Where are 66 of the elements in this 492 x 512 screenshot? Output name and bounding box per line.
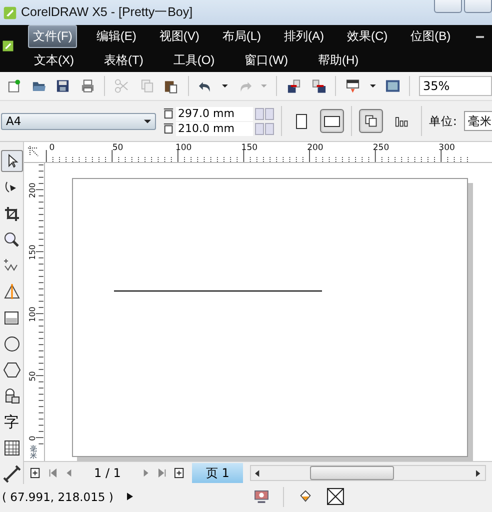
menu-item[interactable]: 编辑(E): [92, 26, 140, 48]
fill-bucket-icon[interactable]: [298, 489, 313, 504]
minimize-button[interactable]: [434, 0, 462, 13]
document-icon[interactable]: [2, 39, 14, 53]
menu-item[interactable]: 视图(V): [155, 26, 204, 48]
save-icon[interactable]: [55, 78, 71, 94]
add-page-icon[interactable]: [30, 467, 41, 479]
cursor-coordinates: ( 67.991, 218.015 ): [2, 490, 114, 504]
menu-item[interactable]: 排列(A): [280, 26, 328, 48]
menu-item[interactable]: 表格(T): [100, 50, 148, 71]
scroll-right-icon[interactable]: [476, 470, 481, 476]
scrollbar-thumb[interactable]: [310, 466, 394, 480]
export-icon[interactable]: [310, 78, 326, 94]
add-page-icon[interactable]: [174, 467, 185, 479]
zoom-level-field[interactable]: 35%: [419, 76, 492, 96]
dropdown-arrow-icon[interactable]: [222, 83, 228, 89]
menu-item[interactable]: 工具(O): [169, 50, 219, 71]
landscape-button[interactable]: [320, 109, 344, 133]
polygon-icon[interactable]: [2, 360, 22, 380]
table-icon[interactable]: [2, 438, 22, 458]
page-width-icon: [163, 108, 174, 119]
dropdown-arrow-icon[interactable]: [370, 83, 376, 89]
units-dropdown[interactable]: 毫米: [464, 111, 492, 131]
dimension-icon[interactable]: [2, 464, 22, 484]
monitor-icon[interactable]: [254, 490, 269, 503]
play-arrow-icon[interactable]: [127, 492, 134, 501]
menu-item[interactable]: 文件(F): [28, 25, 78, 48]
horizontal-scrollbar[interactable]: [250, 465, 486, 481]
new-document-icon[interactable]: [6, 78, 22, 94]
caret-icon: [144, 118, 151, 124]
triangle-icon[interactable]: [2, 282, 22, 302]
print-icon[interactable]: [80, 78, 96, 94]
last-page-icon[interactable]: [158, 468, 167, 478]
page-width-field[interactable]: 297.0 mm: [176, 106, 253, 120]
first-page-icon[interactable]: [48, 468, 57, 478]
no-fill-swatch-icon[interactable]: [327, 488, 344, 505]
menu-item[interactable]: 窗口(W): [240, 50, 292, 71]
page-height-icon: [163, 123, 174, 134]
menu-item[interactable]: 文本(X): [30, 50, 78, 71]
welcome-screen-icon[interactable]: [384, 78, 400, 94]
line-shape[interactable]: [114, 290, 322, 292]
ellipse-icon[interactable]: [2, 334, 22, 354]
clipboard-icon[interactable]: [163, 78, 179, 94]
text-tool[interactable]: 字: [4, 412, 19, 432]
app-logo-icon: [3, 6, 17, 20]
application-launcher-icon[interactable]: [345, 78, 361, 94]
menu-item[interactable]: 效果(C): [343, 26, 392, 48]
next-page-icon[interactable]: [142, 468, 151, 478]
page-size-dropdown[interactable]: A4: [1, 112, 156, 130]
all-pages-button[interactable]: [359, 109, 383, 133]
window-title: CorelDRAW X5 - [Pretty一Boy]: [21, 4, 194, 21]
import-icon[interactable]: [286, 78, 302, 94]
previous-page-icon[interactable]: [64, 468, 73, 478]
menu-item[interactable]: 帮助(H): [314, 50, 363, 71]
overlapping-pages-icon: [364, 114, 378, 128]
page-tab[interactable]: 页 1: [192, 463, 244, 483]
units-label: 单位:: [429, 114, 457, 128]
horizontal-ruler: 0 50 100 150 200 250 300: [44, 142, 471, 162]
pointer-icon[interactable]: [0, 150, 22, 172]
maximize-button[interactable]: [464, 0, 492, 13]
scroll-left-icon[interactable]: [255, 470, 260, 476]
page-count: 1 / 1: [94, 466, 121, 480]
menu-item[interactable]: 布局(L): [218, 26, 265, 48]
page-height-field[interactable]: 210.0 mm: [176, 122, 253, 136]
page-bars-icon: [395, 114, 409, 128]
menu-item[interactable]: 位图(B): [406, 26, 455, 48]
